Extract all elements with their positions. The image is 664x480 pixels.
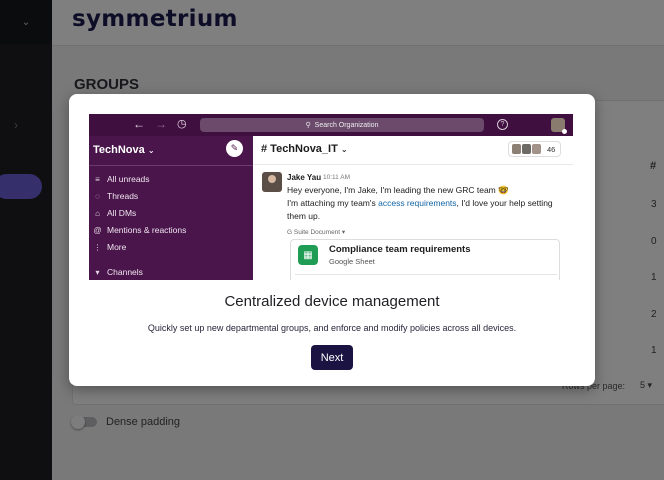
attachment-source: G Suite Document ▾ — [287, 229, 346, 236]
channel-members: 46 — [508, 141, 561, 157]
message-author: Jake Yau — [287, 173, 322, 182]
sidebar-item-more: ⋮ More — [93, 242, 127, 252]
help-icon: ? — [497, 119, 508, 130]
message-line: Hey everyone, I'm Jake, I'm leading the … — [287, 185, 509, 195]
attachment-card: ▦ Compliance team requirements Google Sh… — [290, 239, 560, 280]
modal-title: Centralized device management — [224, 293, 440, 310]
chevron-down-icon: ⌄ — [147, 146, 155, 155]
member-count: 46 — [547, 144, 556, 154]
access-requirements-link: access requirements — [378, 198, 457, 208]
member-avatar — [512, 144, 521, 154]
forward-arrow-icon: → — [155, 117, 167, 131]
next-button[interactable]: Next — [311, 345, 353, 370]
message-time: 10:11 AM — [323, 174, 350, 181]
attachment-title: Compliance team requirements — [329, 244, 471, 255]
member-avatar — [532, 144, 541, 154]
onboarding-modal: ← → ◷ ⚲ Search Organization ? TechNova ⌄… — [69, 94, 595, 386]
message-line: them up. — [287, 211, 321, 221]
slack-preview-image: ← → ◷ ⚲ Search Organization ? TechNova ⌄… — [89, 114, 573, 280]
attachment-subtitle: Google Sheet — [329, 257, 375, 266]
channels-caret-icon: ▾ — [95, 267, 100, 277]
sidebar-item-unreads: ≡ All unreads — [93, 174, 149, 184]
sidebar-item-mentions: @ Mentions & reactions — [93, 225, 187, 235]
author-avatar — [262, 172, 282, 192]
preview-sidebar: TechNova ⌄ ✎ ≡ All unreads ◌ Threads ⌂ All … — [89, 136, 253, 280]
search-icon: ⚲ — [305, 122, 311, 129]
preview-search-placeholder: Search Organization — [314, 121, 379, 129]
threads-icon: ◌ — [95, 191, 100, 201]
unreads-icon: ≡ — [95, 174, 100, 184]
channel-divider — [253, 164, 573, 165]
compose-icon: ✎ — [226, 140, 243, 157]
sidebar-item-threads: ◌ Threads — [93, 191, 138, 201]
chevron-down-icon: ⌄ — [340, 145, 348, 154]
sidebar-item-dms: ⌂ All DMs — [93, 208, 136, 218]
mentions-icon: @ — [93, 225, 102, 235]
preview-search-bar: ⚲ Search Organization — [200, 118, 484, 132]
preview-topbar: ← → ◷ ⚲ Search Organization ? — [89, 114, 573, 136]
preview-channel: # TechNova_IT ⌄ 46 Jake Yau 10:11 AM Hey… — [253, 136, 573, 280]
member-avatar — [522, 144, 531, 154]
history-icon: ◷ — [177, 118, 187, 130]
modal-description: Quickly set up new departmental groups, … — [147, 323, 517, 333]
channel-name: # TechNova_IT ⌄ — [261, 143, 348, 155]
back-arrow-icon: ← — [133, 117, 145, 131]
workspace-name: TechNova ⌄ — [93, 144, 155, 156]
sidebar-divider — [89, 165, 253, 166]
user-avatar — [551, 118, 567, 134]
more-icon: ⋮ — [93, 242, 102, 252]
dms-icon: ⌂ — [95, 208, 100, 218]
sidebar-item-channels: ▾ Channels — [93, 267, 142, 277]
google-sheet-icon: ▦ — [298, 245, 318, 265]
attachment-divider — [295, 274, 557, 275]
message-line: I'm attaching my team's access requireme… — [287, 198, 553, 208]
